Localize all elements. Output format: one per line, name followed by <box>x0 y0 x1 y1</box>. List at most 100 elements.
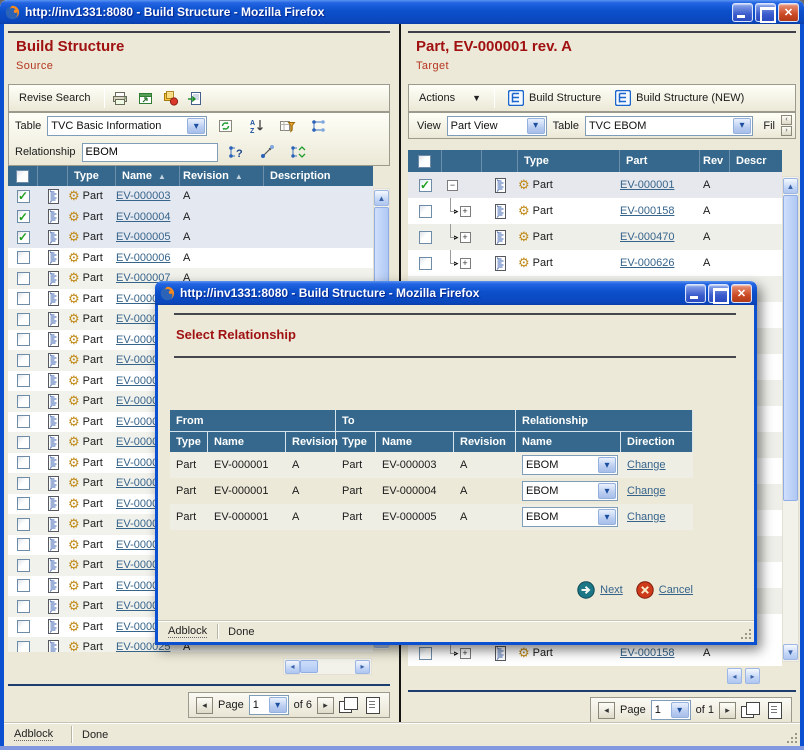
part-name-link[interactable]: EV-000158 <box>620 205 674 217</box>
expand-toggle[interactable]: + <box>460 206 471 217</box>
part-name-link[interactable]: EV-000158 <box>620 647 674 659</box>
document-icon[interactable] <box>38 535 68 556</box>
row-checkbox[interactable] <box>17 477 30 490</box>
document-icon[interactable] <box>38 432 68 453</box>
row-checkbox[interactable] <box>419 179 432 192</box>
relationship-input[interactable] <box>82 143 218 162</box>
document-icon[interactable] <box>38 350 68 371</box>
part-name-link[interactable]: EV-000005 <box>116 231 170 243</box>
row-checkbox[interactable] <box>17 210 30 223</box>
document-icon[interactable] <box>38 637 68 652</box>
document-icon[interactable] <box>38 555 68 576</box>
relationship-select[interactable]: EBOM <box>523 482 617 500</box>
scroll-right-button[interactable]: ▸ <box>745 668 760 684</box>
row-checkbox[interactable] <box>419 257 432 270</box>
scroll-up-button[interactable]: ▲ <box>374 190 389 206</box>
document-icon[interactable] <box>38 514 68 535</box>
spin-right-button[interactable]: › <box>781 126 792 136</box>
document-icon[interactable] <box>38 596 68 617</box>
document-icon[interactable] <box>38 289 68 310</box>
row-checkbox[interactable] <box>17 374 30 387</box>
minimize-button[interactable] <box>685 284 706 303</box>
scroll-left-button[interactable]: ◂ <box>285 660 300 674</box>
scroll-right-button[interactable]: ▸ <box>355 660 370 674</box>
next-icon[interactable] <box>577 581 595 599</box>
expand-toggle[interactable]: + <box>460 648 471 659</box>
parts-cube-icon[interactable] <box>158 89 183 108</box>
column-header-revision[interactable]: Revision▲ <box>180 166 264 186</box>
maximize-button[interactable] <box>755 3 776 22</box>
row-checkbox[interactable] <box>419 205 432 218</box>
page-select[interactable]: 1 <box>250 696 288 714</box>
cascade-view-icon[interactable] <box>741 702 760 718</box>
document-icon[interactable] <box>482 224 518 250</box>
close-button[interactable] <box>731 284 752 303</box>
expand-structure-icon[interactable] <box>306 117 331 136</box>
row-checkbox[interactable] <box>17 497 30 510</box>
document-icon[interactable] <box>38 227 68 248</box>
target-horizontal-scrollbar[interactable]: ◂ ▸ <box>727 668 760 684</box>
part-name-link[interactable]: EV-000001 <box>620 179 674 191</box>
document-icon[interactable] <box>38 453 68 474</box>
part-name-link[interactable]: EV-000003 <box>116 190 170 202</box>
document-icon[interactable] <box>482 198 518 224</box>
document-icon[interactable] <box>38 617 68 638</box>
row-checkbox[interactable] <box>17 538 30 551</box>
next-page-button[interactable]: ▸ <box>719 702 736 719</box>
column-header-name[interactable]: Name▲ <box>116 166 180 186</box>
reload-structure-icon[interactable] <box>286 143 311 162</box>
column-header-part[interactable]: Part <box>620 150 700 172</box>
search-relationship-icon[interactable]: ? <box>224 143 249 162</box>
row-checkbox[interactable] <box>17 415 30 428</box>
scroll-down-button[interactable]: ▼ <box>783 644 798 660</box>
cancel-link[interactable]: Cancel <box>659 584 693 596</box>
build-structure-button[interactable]: Build Structure <box>498 90 611 106</box>
row-checkbox[interactable] <box>17 395 30 408</box>
resize-grip[interactable] <box>739 627 752 640</box>
prev-page-button[interactable]: ◂ <box>196 697 213 714</box>
single-view-icon[interactable] <box>363 697 382 713</box>
view-select[interactable]: Part View <box>448 117 546 135</box>
filter-icon[interactable] <box>275 117 300 136</box>
part-name-link[interactable]: EV-000470 <box>620 231 674 243</box>
export-window-icon[interactable] <box>133 89 158 108</box>
ebom-table-select[interactable]: TVC EBOM <box>586 117 752 135</box>
scroll-up-button[interactable]: ▲ <box>783 178 798 194</box>
adblock-status[interactable]: Adblock <box>14 728 53 741</box>
row-checkbox[interactable] <box>17 231 30 244</box>
document-icon[interactable] <box>38 473 68 494</box>
maximize-button[interactable] <box>708 284 729 303</box>
document-icon[interactable] <box>482 250 518 276</box>
row-checkbox[interactable] <box>17 579 30 592</box>
column-header-type[interactable]: Type <box>518 150 620 172</box>
document-icon[interactable] <box>482 172 518 198</box>
document-icon[interactable] <box>38 248 68 269</box>
revise-search-button[interactable]: Revise Search <box>9 92 101 104</box>
actions-menu[interactable]: Actions▼ <box>409 92 491 104</box>
resize-grip[interactable] <box>785 731 798 744</box>
collapse-toggle[interactable]: − <box>447 180 458 191</box>
document-icon[interactable] <box>38 576 68 597</box>
row-checkbox[interactable] <box>419 231 432 244</box>
row-checkbox[interactable] <box>17 354 30 367</box>
row-checkbox[interactable] <box>17 559 30 572</box>
cascade-view-icon[interactable] <box>339 697 358 713</box>
column-header-description[interactable]: Description <box>264 166 373 186</box>
row-checkbox[interactable] <box>17 518 30 531</box>
row-checkbox[interactable] <box>17 190 30 203</box>
change-direction-link[interactable]: Change <box>627 459 666 471</box>
refresh-icon[interactable] <box>213 117 238 136</box>
change-direction-link[interactable]: Change <box>627 511 666 523</box>
export-table-icon[interactable] <box>183 89 208 108</box>
scroll-left-button[interactable]: ◂ <box>727 668 742 684</box>
document-icon[interactable] <box>38 309 68 330</box>
row-checkbox[interactable] <box>17 456 30 469</box>
scrollbar-thumb[interactable] <box>783 195 798 501</box>
target-vertical-scrollbar[interactable]: ▲ ▼ <box>782 176 799 662</box>
change-direction-link[interactable]: Change <box>627 485 666 497</box>
row-checkbox[interactable] <box>17 313 30 326</box>
sort-az-icon[interactable]: AZ <box>244 117 269 136</box>
next-link[interactable]: Next <box>600 584 623 596</box>
spin-left-button[interactable]: ‹ <box>781 115 792 125</box>
cancel-icon[interactable] <box>636 581 654 599</box>
